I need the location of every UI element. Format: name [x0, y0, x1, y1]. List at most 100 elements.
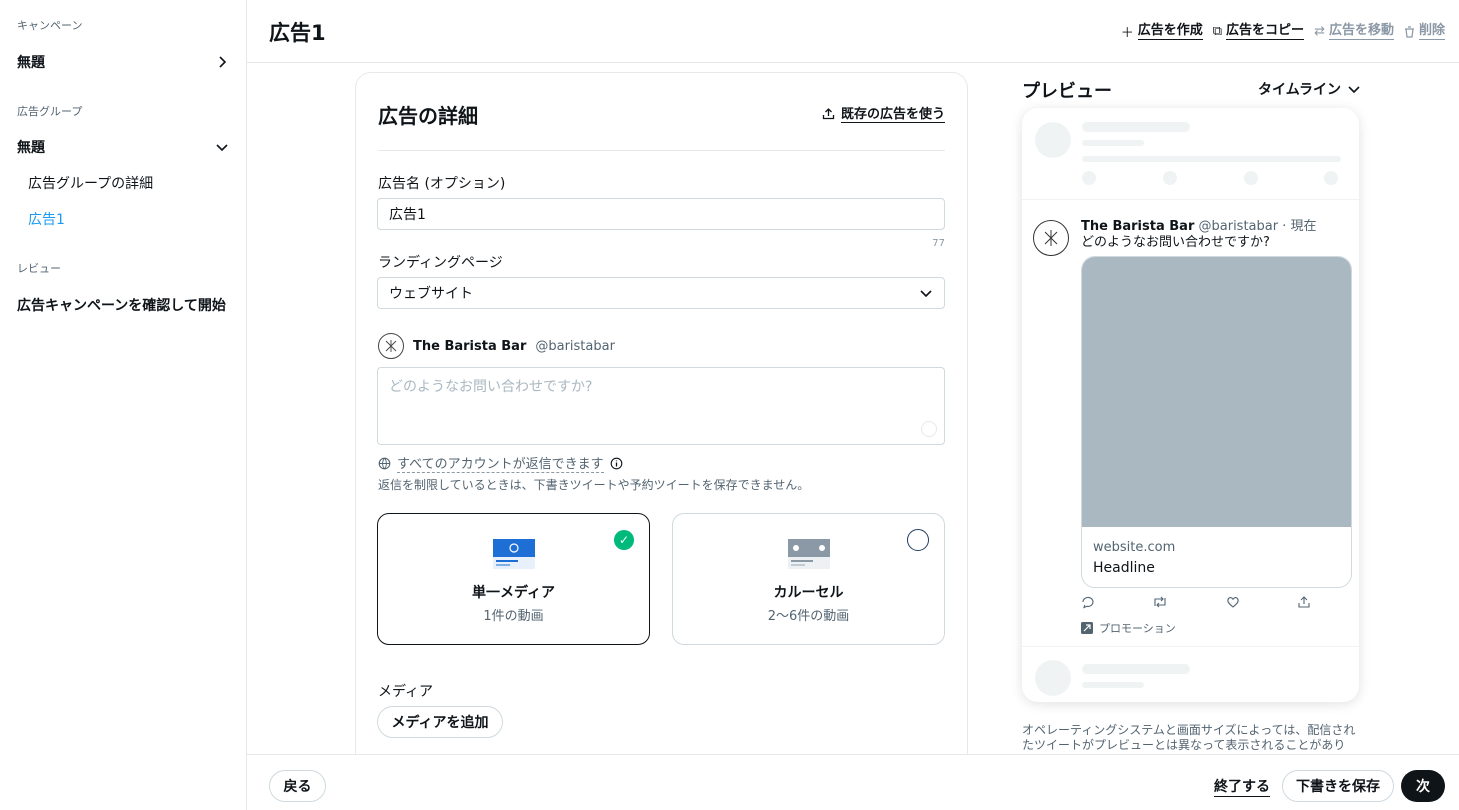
sidebar-item-ad1[interactable]: 広告1 [28, 209, 65, 229]
create-ad-button[interactable]: ＋ 広告を作成 [1121, 22, 1203, 41]
chevron-down-icon [1348, 86, 1360, 94]
skeleton-line [1082, 140, 1144, 146]
reply-note: 返信を制限しているときは、下書きツイートや予約ツイートを保存できません。 [378, 478, 810, 492]
skeleton-dot [1324, 171, 1338, 185]
char-progress-ring [921, 421, 937, 437]
sidebar-item-review-label: 広告キャンペーンを確認して開始 [17, 298, 226, 314]
carousel-icon [788, 539, 830, 569]
skeleton-line [1082, 664, 1190, 674]
ad-name-input[interactable]: 広告1 [377, 198, 945, 230]
preview-separator [1022, 646, 1359, 647]
skeleton-dot [1082, 171, 1096, 185]
retweet-icon [1154, 596, 1166, 608]
format-subtitle: 1件の動画 [483, 609, 544, 624]
chevron-down-icon [920, 290, 932, 298]
delete-button[interactable]: 削除 [1404, 23, 1445, 40]
sidebar-item-adgroup-details[interactable]: 広告グループの詳細 [28, 173, 153, 193]
back-button[interactable]: 戻る [269, 770, 326, 802]
tweet-textarea[interactable]: どのようなお問い合わせですか? [377, 367, 945, 445]
use-existing-ad-button[interactable]: 既存の広告を使う [822, 103, 945, 123]
reply-icon [1082, 596, 1094, 609]
header-actions: ＋ 広告を作成 ⧉ 広告をコピー ⇄ 広告を移動 削除 [1121, 22, 1445, 41]
delete-label: 削除 [1418, 23, 1445, 40]
reply-setting-link[interactable]: すべてのアカウントが返信できます [397, 453, 604, 473]
sidebar-section-review: レビュー [17, 262, 61, 275]
tweet-actions [1081, 595, 1311, 609]
promoted-label: プロモーション [1081, 620, 1176, 636]
sidebar-item-campaign[interactable]: 無題 [17, 52, 229, 72]
landing-page-value: ウェブサイト [389, 286, 473, 302]
tweet-placeholder: どのようなお問い合わせですか? [389, 379, 593, 395]
info-icon[interactable] [610, 457, 623, 470]
selected-check-icon: ✓ [614, 530, 634, 550]
skeleton-dot [1163, 171, 1177, 185]
sidebar-item-review[interactable]: 広告キャンペーンを確認して開始 [17, 295, 229, 315]
media-label: メディア [378, 684, 434, 700]
sidebar-item-campaign-label: 無題 [17, 55, 45, 71]
finish-link[interactable]: 終了する [1214, 776, 1270, 797]
upload-icon [822, 107, 835, 119]
skeleton-avatar [1035, 660, 1071, 696]
account-handle: @baristabar [535, 338, 615, 354]
chevron-down-icon [216, 144, 228, 152]
sidebar-item-adgroup-label: 無題 [17, 140, 45, 156]
media-placeholder [1082, 257, 1351, 527]
skeleton-dot [1244, 171, 1258, 185]
sidebar-item-adgroup[interactable]: 無題 [17, 137, 229, 157]
char-counter: 77 [932, 238, 945, 249]
copy-ad-label: 広告をコピー [1226, 23, 1305, 40]
add-media-button[interactable]: メディアを追加 [377, 706, 503, 738]
copy-icon: ⧉ [1212, 24, 1223, 39]
ad-name-label: 広告名 (オプション) [378, 176, 506, 192]
chevron-right-icon [219, 56, 227, 68]
landing-page-select[interactable]: ウェブサイト [377, 277, 945, 309]
create-ad-label: 広告を作成 [1137, 23, 1203, 40]
format-subtitle: 2〜6件の動画 [767, 609, 850, 624]
share-icon [1298, 596, 1310, 608]
next-button[interactable]: 次 [1401, 770, 1445, 802]
sidebar: キャンペーン 無題 広告グループ 無題 広告グループの詳細 広告1 レビュー 広… [0, 0, 247, 810]
ad-details-card: 広告の詳細 既存の広告を使う 広告名 (オプション) 広告1 77 ランディング… [355, 72, 968, 772]
preview-title: プレビュー [1022, 81, 1112, 102]
like-icon [1226, 597, 1239, 608]
barista-logo-icon [1033, 220, 1069, 256]
format-title: 単一メディア [471, 585, 556, 601]
preview-card: The Barista Bar @baristabar · 現在 どのようなお問… [1022, 108, 1359, 702]
skeleton-line [1082, 682, 1144, 688]
account-name: The Barista Bar [413, 338, 527, 354]
footer-bar: 戻る 終了する 下書きを保存 次 [247, 754, 1459, 810]
globe-icon [378, 457, 391, 469]
reply-setting-row: すべてのアカウントが返信できます [378, 453, 623, 473]
barista-logo-icon [378, 333, 404, 359]
preview-view-label: タイムライン [1258, 82, 1342, 98]
swap-icon: ⇄ [1314, 24, 1325, 39]
card-headline: Headline [1093, 560, 1155, 576]
top-header: 広告1 ＋ 広告を作成 ⧉ 広告をコピー ⇄ 広告を移動 削除 [247, 0, 1459, 63]
skeleton-line [1082, 122, 1190, 132]
promoted-text: プロモーション [1099, 622, 1176, 635]
preview-separator [1022, 199, 1359, 200]
page-title: 広告1 [269, 21, 326, 45]
format-single-media[interactable]: ✓ 単一メディア 1件の動画 [377, 513, 650, 645]
plus-icon: ＋ [1120, 26, 1134, 41]
format-title: カルーセル [773, 585, 844, 601]
landing-page-label: ランディングページ [378, 255, 503, 271]
move-ad-button[interactable]: ⇄ 広告を移動 [1314, 23, 1394, 40]
tweet-text: どのようなお問い合わせですか? [1081, 235, 1270, 250]
skeleton-line [1082, 156, 1341, 162]
use-existing-label: 既存の広告を使う [840, 103, 945, 123]
card-domain: website.com [1093, 540, 1176, 555]
preview-view-select[interactable]: タイムライン [1258, 79, 1361, 99]
sidebar-section-adgroup: 広告グループ [17, 105, 83, 118]
promoted-icon [1081, 622, 1093, 634]
skeleton-avatar [1035, 122, 1071, 158]
save-draft-button[interactable]: 下書きを保存 [1282, 770, 1394, 802]
tweet-website-card: website.com Headline [1081, 256, 1352, 588]
card-title: 広告の詳細 [378, 104, 478, 128]
format-carousel[interactable]: カルーセル 2〜6件の動画 [672, 513, 945, 645]
single-media-icon [493, 539, 535, 569]
copy-ad-button[interactable]: ⧉ 広告をコピー [1212, 23, 1305, 40]
move-ad-label: 広告を移動 [1328, 23, 1394, 40]
radio-unselected[interactable] [907, 529, 929, 551]
divider [378, 150, 945, 151]
